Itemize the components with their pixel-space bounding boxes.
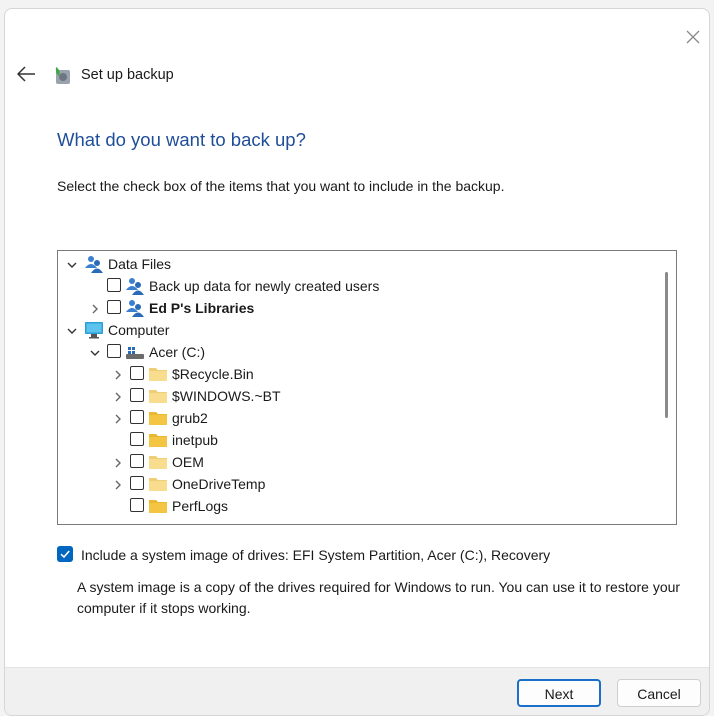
- tree-item-checkbox[interactable]: [107, 300, 121, 314]
- folder-light-icon: [148, 387, 168, 405]
- tree-item-label: PerfLogs: [172, 498, 229, 514]
- tree-item-checkbox[interactable]: [130, 432, 144, 446]
- drive-icon: [125, 343, 145, 361]
- tree-item-checkbox[interactable]: [130, 498, 144, 512]
- folder-light-icon: [148, 453, 168, 471]
- tree-item-label: OEM: [172, 454, 204, 470]
- users-icon: [84, 255, 104, 273]
- page-heading: What do you want to back up?: [57, 129, 306, 150]
- folder-light-icon: [148, 365, 168, 383]
- backup-item-tree[interactable]: Data Files Back up data for newly created…: [57, 250, 677, 525]
- tree-item-checkbox[interactable]: [130, 366, 144, 380]
- tree-row[interactable]: Computer: [58, 319, 658, 341]
- system-image-description: A system image is a copy of the drives r…: [77, 579, 681, 616]
- tree-row[interactable]: $Recycle.Bin: [58, 363, 658, 385]
- users-icon: [125, 277, 145, 295]
- tree-row[interactable]: OEM: [58, 451, 658, 473]
- tree-row[interactable]: Acer (C:): [58, 341, 658, 363]
- cancel-button[interactable]: Cancel: [617, 679, 701, 707]
- next-button[interactable]: Next: [517, 679, 601, 707]
- backup-app-icon: [55, 67, 70, 84]
- tree-item-checkbox[interactable]: [130, 454, 144, 468]
- tree-row[interactable]: grub2: [58, 407, 658, 429]
- tree-item-checkbox[interactable]: [130, 476, 144, 490]
- system-image-label[interactable]: Include a system image of drives: EFI Sy…: [81, 547, 550, 563]
- tree-item-label: OneDriveTemp: [172, 476, 266, 492]
- folder-icon: [148, 497, 168, 515]
- dialog-footer: Next Cancel: [5, 667, 709, 715]
- tree-item-label: grub2: [172, 410, 208, 426]
- backup-dialog: Set up backup What do you want to back u…: [4, 8, 710, 716]
- tree-item-label: $Recycle.Bin: [172, 366, 254, 382]
- scrollbar-thumb[interactable]: [665, 272, 668, 418]
- chevron-down-icon[interactable]: [89, 346, 101, 358]
- folder-icon: [148, 431, 168, 449]
- system-image-checkbox[interactable]: [57, 546, 73, 562]
- close-icon[interactable]: [683, 27, 703, 47]
- tree-row[interactable]: $WINDOWS.~BT: [58, 385, 658, 407]
- tree-item-label: Acer (C:): [149, 344, 205, 360]
- tree-item-label: inetpub: [172, 432, 218, 448]
- tree-row[interactable]: Back up data for newly created users: [58, 275, 658, 297]
- back-arrow-icon[interactable]: [15, 65, 37, 83]
- tree-item-label: $WINDOWS.~BT: [172, 388, 281, 404]
- chevron-right-icon[interactable]: [112, 478, 124, 490]
- tree-item-label: Back up data for newly created users: [149, 278, 380, 294]
- tree-scrollbar[interactable]: [659, 252, 675, 523]
- chevron-right-icon[interactable]: [112, 368, 124, 380]
- chevron-right-icon[interactable]: [112, 456, 124, 468]
- window-title: Set up backup: [81, 67, 174, 83]
- chevron-down-icon[interactable]: [66, 324, 78, 336]
- tree-item-checkbox[interactable]: [107, 344, 121, 358]
- tree-item-checkbox[interactable]: [107, 278, 121, 292]
- tree-row[interactable]: Ed P's Libraries: [58, 297, 658, 319]
- tree-item-label: Ed P's Libraries: [149, 300, 255, 316]
- folder-light-icon: [148, 475, 168, 493]
- users-icon: [125, 299, 145, 317]
- tree-item-label: Computer: [108, 322, 170, 338]
- tree-item-checkbox[interactable]: [130, 410, 144, 424]
- chevron-right-icon[interactable]: [112, 390, 124, 402]
- folder-icon: [148, 409, 168, 427]
- tree-row[interactable]: Data Files: [58, 253, 658, 275]
- instruction-text: Select the check box of the items that y…: [57, 178, 505, 194]
- chevron-right-icon[interactable]: [112, 412, 124, 424]
- chevron-right-icon[interactable]: [89, 302, 101, 314]
- computer-icon: [84, 321, 104, 339]
- tree-item-checkbox[interactable]: [130, 388, 144, 402]
- tree-item-label: Data Files: [108, 256, 172, 272]
- tree-row[interactable]: inetpub: [58, 429, 658, 451]
- tree-row[interactable]: PerfLogs: [58, 495, 658, 517]
- tree-row[interactable]: OneDriveTemp: [58, 473, 658, 495]
- chevron-down-icon[interactable]: [66, 258, 78, 270]
